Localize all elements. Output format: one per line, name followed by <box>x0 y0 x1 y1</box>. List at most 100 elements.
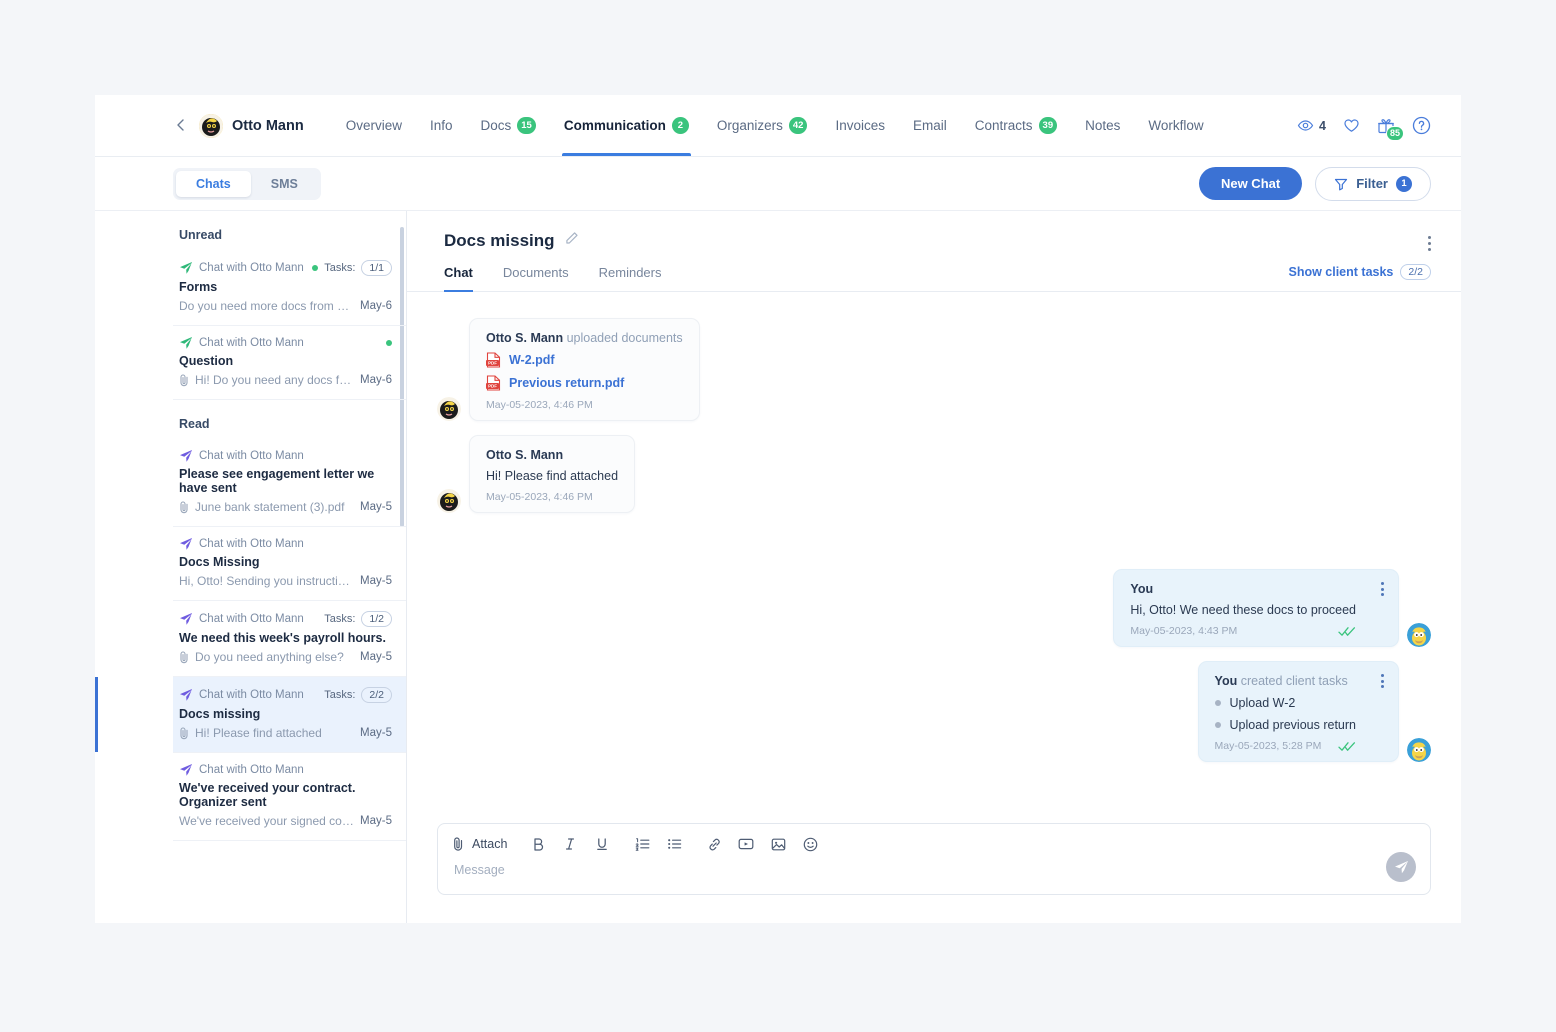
back-chevron-icon[interactable] <box>173 117 189 133</box>
chat-list-item[interactable]: Chat with Otto Mann Tasks: 1/1 Forms Do … <box>173 250 406 326</box>
chat-list-item-selected[interactable]: Chat with Otto Mann Tasks: 2/2 Docs miss… <box>173 677 406 753</box>
kebab-dot <box>1381 685 1384 688</box>
bullet-list-button[interactable] <box>665 835 683 853</box>
watchers-control[interactable]: 4 <box>1297 117 1326 134</box>
image-button[interactable] <box>769 835 787 853</box>
document-line[interactable]: PDF W-2.pdf <box>486 352 683 368</box>
message-timestamp: May-05-2023, 4:46 PM <box>486 491 618 503</box>
message-action: created client tasks <box>1241 674 1348 688</box>
chat-item-footer: June bank statement (3).pdf May-5 <box>179 500 392 514</box>
task-item: Upload W-2 <box>1215 696 1356 710</box>
italic-button[interactable] <box>561 835 579 853</box>
chat-list-item[interactable]: Chat with Otto Mann Tasks: 1/2 We need t… <box>173 601 406 677</box>
underline-button[interactable] <box>593 835 611 853</box>
chat-item-title: Question <box>179 354 392 368</box>
nav-tab-badge: 42 <box>789 117 808 134</box>
show-client-tasks-button[interactable]: Show client tasks 2/2 <box>1288 264 1431 291</box>
link-button[interactable] <box>705 835 723 853</box>
avatar <box>437 489 461 513</box>
tab-reminders[interactable]: Reminders <box>599 265 678 291</box>
chat-item-preview: Do you need anything else? <box>195 650 355 664</box>
rewards-control[interactable]: 85 <box>1377 117 1395 135</box>
nav-tab-communication[interactable]: Communication 2 <box>550 95 703 156</box>
chat-item-with: Chat with Otto Mann <box>199 764 304 776</box>
new-chat-button[interactable]: New Chat <box>1199 167 1302 200</box>
tab-chat[interactable]: Chat <box>444 265 489 291</box>
svg-text:PDF: PDF <box>488 361 497 366</box>
chat-list-item[interactable]: Chat with Otto Mann Docs Missing Hi, Ott… <box>173 527 406 601</box>
conversation-menu-button[interactable] <box>1428 231 1431 251</box>
kebab-dot <box>1428 236 1431 239</box>
emoji-icon <box>803 837 818 852</box>
message-footer: May-05-2023, 5:28 PM <box>1215 740 1356 752</box>
chat-item-header: Chat with Otto Mann Tasks: 2/2 <box>179 687 392 703</box>
nav-tab-organizers[interactable]: Organizers 42 <box>703 95 822 156</box>
client-chip[interactable]: Otto Mann <box>199 114 304 138</box>
segment-sms[interactable]: SMS <box>251 171 318 197</box>
nav-tab-invoices[interactable]: Invoices <box>821 95 899 156</box>
tasks-label: Tasks: <box>324 689 355 701</box>
message-row: You Hi, Otto! We need these docs to proc… <box>437 569 1431 647</box>
nav-tab-label: Organizers <box>717 118 783 133</box>
kebab-dot <box>1381 674 1384 677</box>
attach-button[interactable]: Attach <box>452 837 507 852</box>
chat-item-preview: Hi! Please find attached <box>195 726 355 740</box>
nav-tab-badge: 15 <box>517 117 536 134</box>
nav-tab-overview[interactable]: Overview <box>332 95 416 156</box>
list-format-group <box>633 835 683 853</box>
tab-documents[interactable]: Documents <box>503 265 585 291</box>
tasks-count-pill: 2/2 <box>361 687 392 703</box>
nav-tab-docs[interactable]: Docs 15 <box>466 95 549 156</box>
chat-item-footer: Do you need anything else? May-5 <box>179 650 392 664</box>
kebab-dot <box>1381 588 1384 591</box>
help-control[interactable] <box>1412 116 1431 135</box>
favorite-control[interactable] <box>1343 117 1360 134</box>
document-line[interactable]: PDF Previous return.pdf <box>486 375 683 391</box>
chat-item-title: Forms <box>179 280 392 294</box>
message-menu-button[interactable] <box>1381 674 1384 688</box>
bold-button[interactable] <box>529 835 547 853</box>
unread-dot <box>312 265 318 271</box>
chat-item-with: Chat with Otto Mann <box>199 337 304 349</box>
bold-icon <box>531 837 545 851</box>
chat-item-footer: Do you need more docs from me? May-6 <box>179 299 392 313</box>
ordered-list-button[interactable] <box>633 835 651 853</box>
chat-list-item[interactable]: Chat with Otto Mann We've received your … <box>173 753 406 841</box>
conversation-tabs: Chat Documents Reminders Show client tas… <box>407 251 1461 292</box>
chat-item-title: We need this week's payroll hours. <box>179 631 392 645</box>
chat-item-header: Chat with Otto Mann <box>179 763 392 777</box>
watchers-count: 4 <box>1319 119 1326 133</box>
rewards-badge: 85 <box>1386 126 1404 141</box>
chat-list-item[interactable]: Chat with Otto Mann Please see engagemen… <box>173 439 406 527</box>
nav-tab-info[interactable]: Info <box>416 95 467 156</box>
nav-tab-label: Info <box>430 118 453 133</box>
document-name[interactable]: W-2.pdf <box>509 353 555 367</box>
kebab-dot <box>1381 680 1384 683</box>
chat-item-header: Chat with Otto Mann <box>179 537 392 551</box>
nav-tab-label: Workflow <box>1148 118 1203 133</box>
nav-tab-label: Overview <box>346 118 402 133</box>
filter-button[interactable]: Filter 1 <box>1315 167 1431 201</box>
chat-item-preview: Do you need more docs from me? <box>179 299 355 313</box>
message-menu-button[interactable] <box>1381 582 1384 596</box>
segment-chats[interactable]: Chats <box>176 171 251 197</box>
chat-list-item[interactable]: Chat with Otto Mann Question Hi! Do you … <box>173 326 406 400</box>
image-icon <box>771 837 786 852</box>
nav-tab-notes[interactable]: Notes <box>1071 95 1134 156</box>
nav-tab-label: Docs <box>480 118 511 133</box>
document-name[interactable]: Previous return.pdf <box>509 376 624 390</box>
message-input[interactable]: Message <box>438 853 1430 877</box>
nav-tab-email[interactable]: Email <box>899 95 961 156</box>
pencil-icon[interactable] <box>564 231 579 246</box>
chat-item-date: May-6 <box>360 374 392 386</box>
pdf-file-icon: PDF <box>486 375 501 391</box>
kebab-dot <box>1381 582 1384 585</box>
emoji-button[interactable] <box>801 835 819 853</box>
nav-tab-contracts[interactable]: Contracts 39 <box>961 95 1071 156</box>
double-check-icon <box>1338 741 1356 752</box>
message-timestamp: May-05-2023, 4:46 PM <box>486 399 683 411</box>
video-button[interactable] <box>737 835 755 853</box>
paperclip-icon <box>179 651 190 664</box>
send-button[interactable] <box>1386 852 1416 882</box>
nav-tab-workflow[interactable]: Workflow <box>1134 95 1217 156</box>
